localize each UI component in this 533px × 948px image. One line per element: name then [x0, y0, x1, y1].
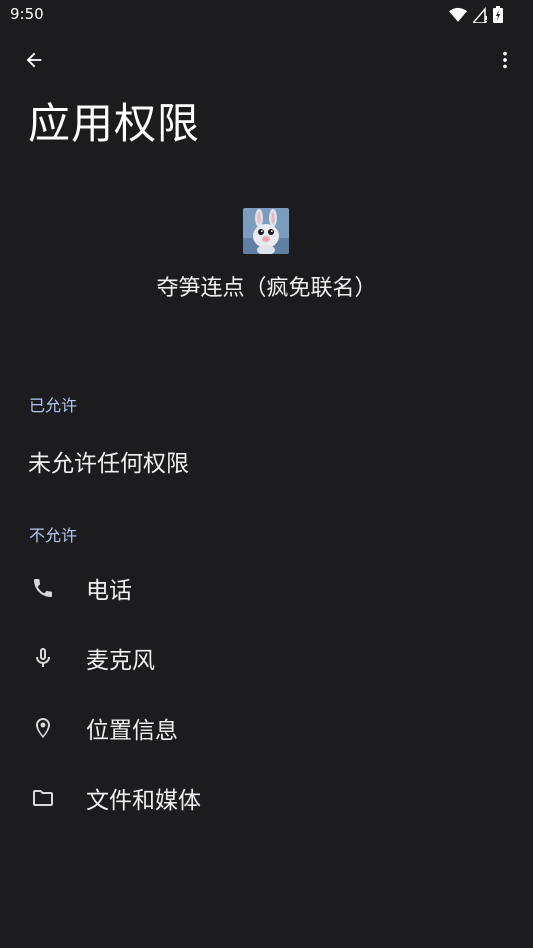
permission-item-phone[interactable]: 电话 — [0, 553, 533, 623]
more-options-button[interactable] — [489, 46, 521, 78]
permission-item-location[interactable]: 位置信息 — [0, 693, 533, 763]
wifi-icon — [449, 7, 467, 27]
location-icon — [30, 715, 56, 741]
app-name: 夺笋连点（疯免联名） — [156, 276, 377, 301]
status-time: 9:50 — [10, 5, 44, 23]
arrow-back-icon — [23, 49, 45, 75]
permission-label: 电话 — [86, 578, 132, 604]
microphone-icon — [30, 645, 56, 671]
permission-label: 文件和媒体 — [86, 788, 201, 814]
status-icons — [449, 6, 503, 27]
no-permissions-allowed-text: 未允许任何权限 — [28, 451, 189, 477]
battery-icon — [493, 6, 503, 27]
status-bar: 9:50 — [0, 0, 533, 30]
app-icon — [243, 208, 289, 254]
permission-item-microphone[interactable]: 麦克风 — [0, 623, 533, 693]
allowed-section-header: 已允许 — [29, 396, 78, 415]
page-title: 应用权限 — [28, 99, 201, 148]
permission-label: 位置信息 — [86, 718, 178, 744]
permission-item-files-media[interactable]: 文件和媒体 — [0, 763, 533, 833]
denied-section-header: 不允许 — [29, 526, 78, 545]
permission-label: 麦克风 — [86, 648, 155, 674]
folder-icon — [30, 785, 56, 811]
signal-icon — [471, 6, 487, 27]
phone-icon — [30, 575, 56, 601]
back-button[interactable] — [18, 46, 50, 78]
more-vert-icon — [494, 49, 516, 75]
